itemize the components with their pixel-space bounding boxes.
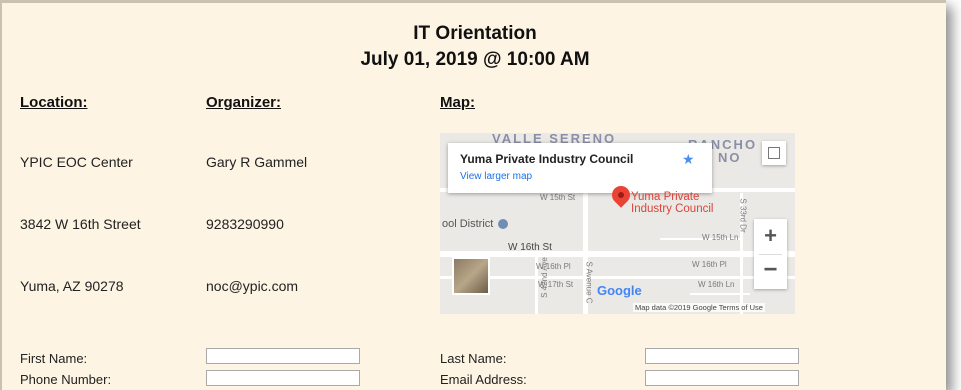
school-pin-icon xyxy=(498,219,509,230)
school-district-text: ool District xyxy=(442,218,494,230)
event-title: IT Orientation xyxy=(413,23,537,44)
view-larger-map-link[interactable]: View larger map xyxy=(460,171,532,182)
map-marker-label-line1: Yuma Private xyxy=(631,191,700,203)
phone-number-label: Phone Number: xyxy=(20,372,112,387)
phone-number-field[interactable] xyxy=(206,370,360,386)
first-name-field[interactable] xyxy=(206,348,360,364)
street-label-w15th: W 15th St xyxy=(540,193,576,202)
map-place-title: Yuma Private Industry Council xyxy=(460,152,634,166)
street-label-33rd: S 33rd Dr xyxy=(738,198,748,233)
first-name-label: First Name: xyxy=(20,351,88,366)
street-label-w15th-ln: W 15th Ln xyxy=(702,233,739,242)
map-marker-label-line2: Industry Council xyxy=(631,203,714,215)
street-label-42nd: S 42nd Ave xyxy=(539,257,549,298)
event-datetime: July 01, 2019 @ 10:00 AM xyxy=(360,49,590,70)
location-header: Location: xyxy=(20,94,88,111)
google-logo: Google xyxy=(597,283,642,298)
location-name: YPIC EOC Center xyxy=(20,154,133,170)
street-label-w16th-ln: W 16th Ln xyxy=(698,280,735,289)
email-address-label: Email Address: xyxy=(440,372,527,387)
location-city: Yuma, AZ 90278 xyxy=(20,278,124,294)
map-place-card: Yuma Private Industry Council View large… xyxy=(448,143,712,193)
organizer-phone: 9283290990 xyxy=(206,216,284,232)
save-star-icon[interactable]: ★ xyxy=(682,151,695,168)
street-label-avenue-c: S Avenue C xyxy=(584,261,594,304)
area-rancho-2: NO xyxy=(718,150,742,165)
zoom-out-button[interactable]: − xyxy=(754,254,787,289)
last-name-label: Last Name: xyxy=(440,351,507,366)
fullscreen-icon xyxy=(768,147,780,159)
zoom-in-button[interactable]: + xyxy=(754,219,787,254)
event-card: IT Orientation July 01, 2019 @ 10:00 AM … xyxy=(0,0,946,390)
map-attribution[interactable]: Map data ©2019 Google Terms of Use xyxy=(633,303,765,312)
street-view-thumbnail[interactable] xyxy=(452,257,490,295)
street-label-w16th: W 16th St xyxy=(508,242,552,253)
embedded-map[interactable]: VALLE SERENO RANCHO NO W 15th St W 16th … xyxy=(440,133,795,314)
organizer-header: Organizer: xyxy=(206,94,282,111)
location-street: 3842 W 16th Street xyxy=(20,216,141,232)
fullscreen-toggle-button[interactable] xyxy=(762,141,786,165)
email-address-field[interactable] xyxy=(645,370,799,386)
map-header: Map: xyxy=(440,94,475,111)
street-label-w16th-pl-2: W 16th Pl xyxy=(692,260,727,269)
map-marker-label: Yuma Private Industry Council xyxy=(631,191,713,215)
organizer-name: Gary R Gammel xyxy=(206,154,308,170)
map-marker-dot xyxy=(618,192,624,198)
zoom-control: + − xyxy=(754,219,787,289)
last-name-field[interactable] xyxy=(645,348,799,364)
school-district-label: ool District xyxy=(442,218,509,230)
google-logo-text: Google xyxy=(597,283,642,298)
road-16th-ln xyxy=(690,293,750,295)
organizer-email: noc@ypic.com xyxy=(206,278,299,294)
